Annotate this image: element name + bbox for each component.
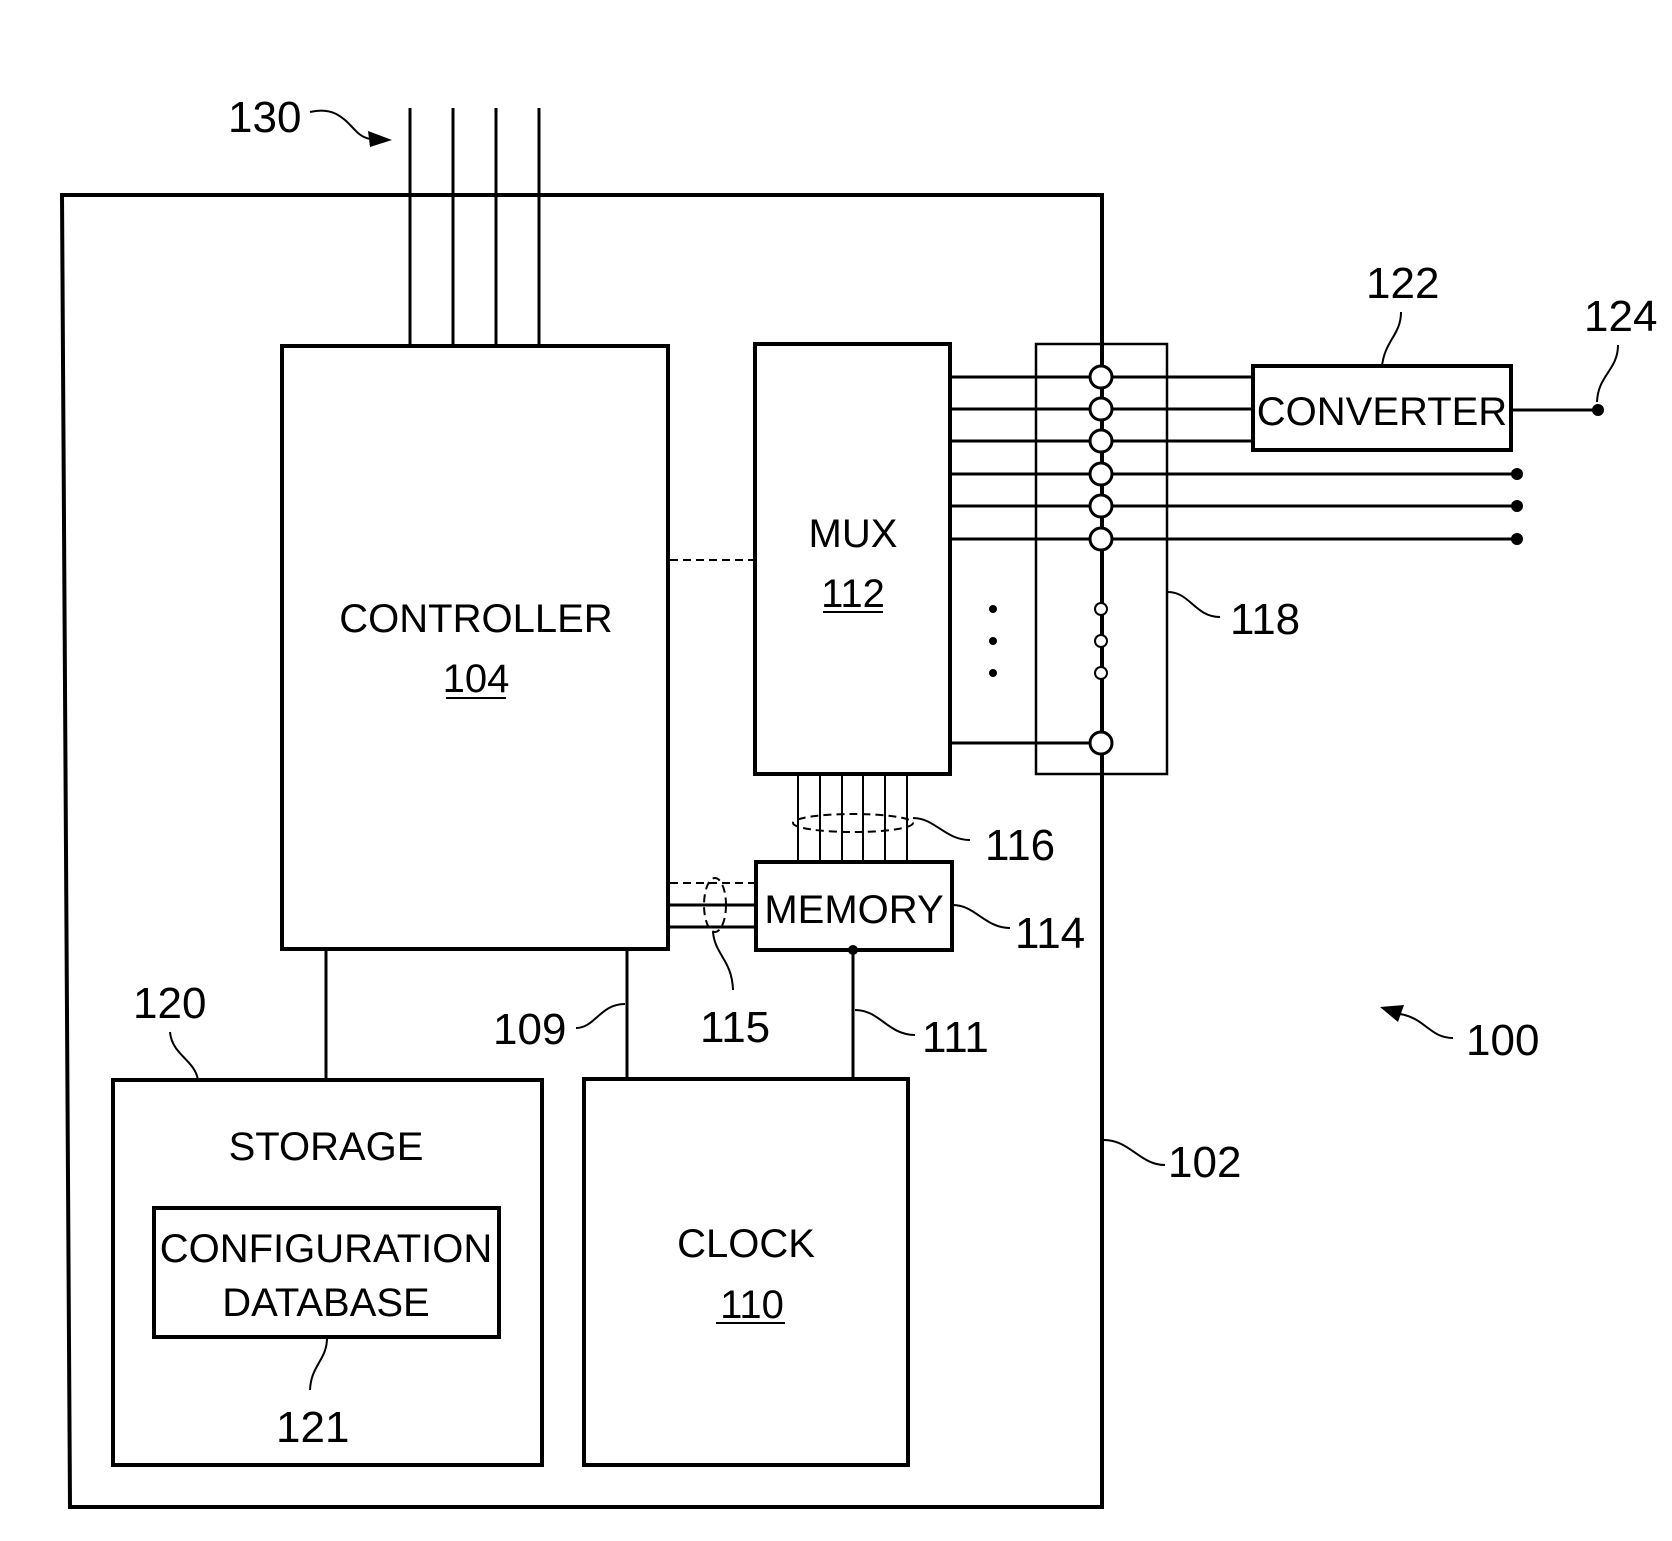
mux-box <box>753 342 952 776</box>
label-102: 102 <box>1168 1138 1241 1187</box>
label-130: 130 <box>228 93 301 142</box>
controller-box <box>280 344 670 951</box>
output-terminal-124 <box>1592 404 1604 416</box>
label-116: 116 <box>985 821 1055 870</box>
ellipsis-dots-icon <box>989 605 997 677</box>
leader-118 <box>1167 591 1221 618</box>
controller-title: CONTROLLER <box>339 597 612 641</box>
clock-title: CLOCK <box>677 1222 815 1266</box>
leader-100 <box>1399 1013 1454 1039</box>
arrowhead-130-icon <box>368 131 392 147</box>
leader-130 <box>309 109 379 141</box>
mux-memory-bus-116 <box>797 774 908 862</box>
config-db-line1: CONFIGURATION <box>160 1227 493 1271</box>
storage-title: STORAGE <box>229 1125 424 1169</box>
clock-box <box>582 1077 910 1467</box>
terminal-dots <box>1511 468 1523 545</box>
converter-title: CONVERTER <box>1257 390 1507 434</box>
leader-122 <box>1381 311 1402 367</box>
label-118: 118 <box>1230 595 1300 644</box>
bus-bundle-116 <box>792 813 914 833</box>
leader-124 <box>1596 344 1619 403</box>
junction-dot <box>848 945 858 955</box>
label-120: 120 <box>133 979 206 1028</box>
label-121: 121 <box>276 1403 349 1452</box>
leader-116 <box>912 817 971 841</box>
label-124: 124 <box>1584 292 1657 341</box>
label-100: 100 <box>1466 1016 1539 1065</box>
label-122: 122 <box>1366 259 1439 308</box>
leader-114 <box>952 904 1011 929</box>
label-114: 114 <box>1015 909 1085 958</box>
memory-title: MEMORY <box>764 888 943 932</box>
label-115: 115 <box>700 1003 770 1052</box>
clock-ref: 110 <box>720 1283 784 1327</box>
mux-output-lines <box>950 375 1090 745</box>
mux-ref: 112 <box>821 572 885 616</box>
label-109: 109 <box>493 1005 566 1054</box>
controller-ref: 104 <box>443 657 510 701</box>
leader-120 <box>169 1031 199 1081</box>
block-diagram: 130 102 CONTROLLER 104 MUX 112 118 CONVE… <box>59 93 1657 1509</box>
arrowhead-100-icon <box>1380 1005 1404 1022</box>
leader-109 <box>575 1003 626 1029</box>
leader-115 <box>712 931 734 991</box>
external-bus-130 <box>408 108 541 347</box>
config-db-line2: DATABASE <box>222 1281 429 1325</box>
leader-102 <box>1103 1139 1166 1166</box>
mux-title: MUX <box>809 512 898 556</box>
leader-111 <box>854 1009 916 1036</box>
label-111: 111 <box>922 1013 989 1062</box>
controller-memory-bus-115 <box>670 882 756 929</box>
